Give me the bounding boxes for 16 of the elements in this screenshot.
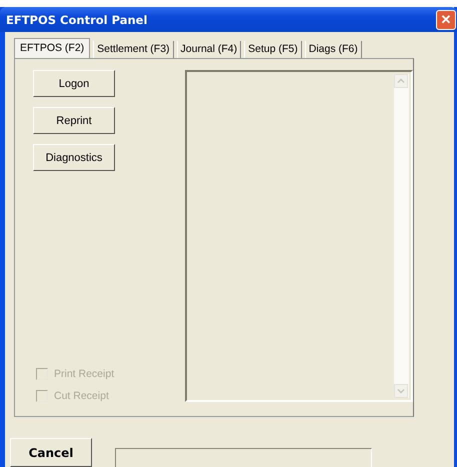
checkbox-label: Print Receipt xyxy=(54,368,114,380)
tab[interactable]: EFTPOS (F2) xyxy=(14,38,90,58)
close-button[interactable]: ✕ xyxy=(436,10,456,30)
action-button[interactable]: Reprint xyxy=(33,107,115,134)
tab[interactable]: Settlement (F3) xyxy=(93,41,174,58)
tab[interactable]: Journal (F4) xyxy=(176,41,242,58)
tab[interactable]: Setup (F5) xyxy=(244,41,302,58)
scroll-up-icon[interactable] xyxy=(394,74,408,88)
scroll-down-icon[interactable] xyxy=(394,384,408,398)
cancel-button[interactable]: Cancel xyxy=(10,438,92,467)
checkbox-label: Cut Receipt xyxy=(54,390,109,402)
scrollbar[interactable] xyxy=(394,74,409,398)
tab[interactable]: Diags (F6) xyxy=(304,41,362,58)
window-title: EFTPOS Control Panel xyxy=(6,12,148,26)
action-button[interactable]: Logon xyxy=(33,70,115,97)
action-button[interactable]: Diagnostics xyxy=(33,144,115,171)
